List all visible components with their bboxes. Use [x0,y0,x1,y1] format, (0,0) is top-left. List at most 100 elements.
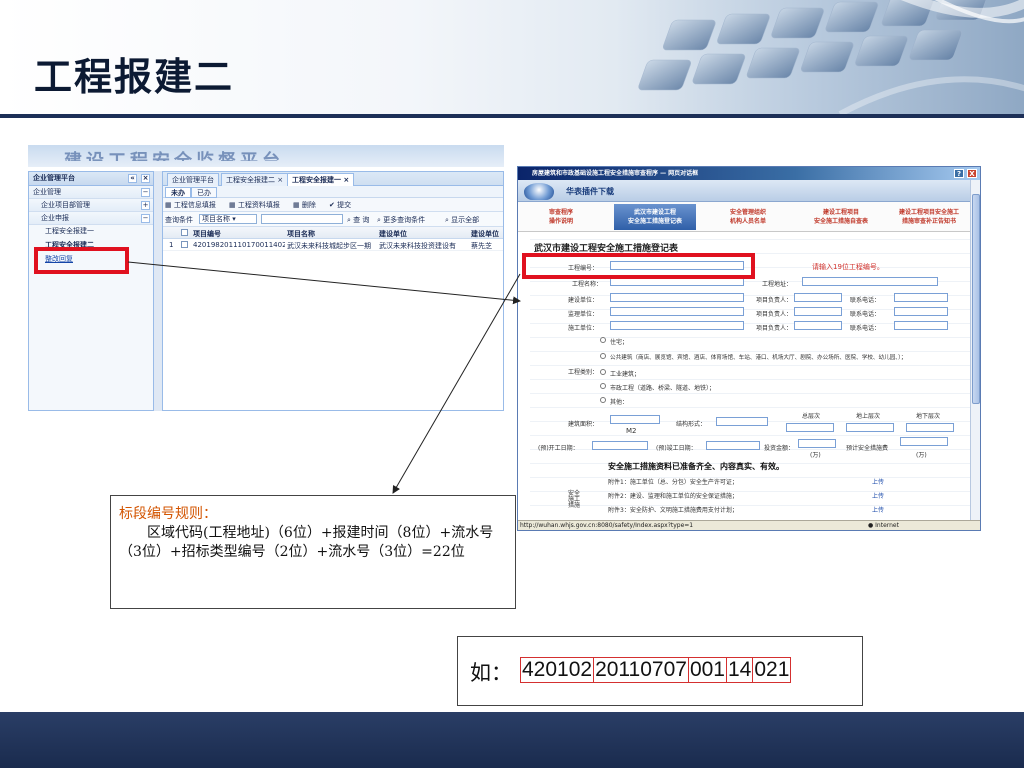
start-date-input[interactable] [592,441,648,450]
query-input[interactable] [261,214,343,224]
builder-phone-label: 联系电话： [850,297,881,304]
delete-button[interactable]: ▦ 删除 [293,200,316,210]
search-button[interactable]: ⌕ 查 询 [347,215,369,225]
builder-phone-input[interactable] [894,293,948,302]
expand-toggle-icon[interactable]: + [141,201,150,210]
category-radio-industrial[interactable] [600,369,606,375]
contractor-person-label: 项目负责人： [756,325,793,332]
category-label: 工程类别： [568,369,599,376]
upload-link-1[interactable]: 上传 [872,477,884,486]
sidebar-group-declaration[interactable]: 企业申报 − [29,212,153,225]
tab-bar: 企业管理平台 工程安全报建二 × 工程安全报建一 × [163,172,503,186]
sidebar-header-label: 企业管理平台 [33,174,75,182]
safety-fee-input[interactable] [900,437,948,446]
menu-line: 措施审查补正告知书 [901,218,956,225]
builder-unit-input[interactable] [610,293,744,302]
category-option: 住宅； [610,339,629,346]
row-extra: 蔡先芝 [471,242,492,250]
contractor-phone-input[interactable] [894,321,948,330]
status-zone: ● Internet [868,522,899,529]
toolbar: ▦ 工程信息填报 ▦ 工程资料填报 ▦ 删除 ✔ 提交 [163,198,503,212]
contractor-unit-input[interactable] [610,321,744,330]
header-divider [0,114,1024,118]
vertical-scrollbar[interactable] [970,180,980,520]
upload-link-2[interactable]: 上传 [872,491,884,500]
category-radio-public[interactable] [600,353,606,359]
floors-below-input[interactable] [906,423,954,432]
col-builder[interactable]: 建设单位 [379,229,407,239]
tab-registration-2[interactable]: 工程安全报建二 × [221,173,289,186]
close-icon[interactable]: × [141,174,150,183]
menu-line: 审查程序 [548,209,573,216]
collapse-toggle-icon[interactable]: − [141,188,150,197]
sidebar-item-registration-1[interactable]: 工程安全报建一 [29,225,153,239]
end-date-label: (预)竣工日期： [656,445,697,452]
sidebar-group-enterprise[interactable]: 企业管理 − [29,186,153,199]
supervisor-unit-label: 监理单位： [568,311,599,318]
tab-registration-1[interactable]: 工程安全报建一 × [287,173,355,186]
area-input[interactable] [610,415,660,424]
investment-input[interactable] [798,439,836,448]
project-address-label: 工程地址： [762,281,793,288]
investment-label: 投资金额： [764,445,795,452]
end-date-input[interactable] [706,441,760,450]
menu-review-procedure[interactable]: 审查程序 操作说明 [526,208,596,226]
menu-registration-form[interactable]: 武汉市建设工程 安全施工措施登记表 [614,204,696,230]
close-icon[interactable]: X [967,169,977,178]
fill-project-info-button[interactable]: ▦ 工程信息填报 [165,200,216,210]
contractor-phone-label: 联系电话： [850,325,881,332]
platform-banner-text: 建设工程安全监督平台 [64,147,284,161]
subtab-pending[interactable]: 未办 [165,187,191,198]
collapse-toggle-icon[interactable]: − [141,214,150,223]
plugin-download-link[interactable]: 华表插件下载 [566,186,614,197]
category-radio-municipal[interactable] [600,383,606,389]
structure-input[interactable] [716,417,768,426]
query-label: 查询条件 [165,216,193,224]
rule-title: 标段编号规则： [119,506,217,522]
right-screenshot-dialog: 房屋建筑和市政基础设施工程安全措施审查程序 — 网页对话框 ? X 华表插件下载… [517,166,981,531]
more-conditions-button[interactable]: ⌕ 更多查询条件 [377,215,425,225]
fill-project-docs-button[interactable]: ▦ 工程资料填报 [229,200,280,210]
safety-fee-unit: (万) [916,452,927,459]
sidebar-group-label: 企业项目部管理 [41,201,90,209]
segment-serial-2: 021 [752,657,792,683]
menu-correction-notice[interactable]: 建设工程项目安全施工 措施审查补正告知书 [886,208,972,226]
collapse-icon[interactable]: « [128,174,137,183]
segment-date: 20110707 [593,657,689,683]
more-conditions-label: 更多查询条件 [383,216,426,224]
sidebar: 企业管理平台 « × 企业管理 − 企业项目部管理 + 企业申报 − 工程安全报… [28,171,154,411]
category-radio-residential[interactable] [600,337,606,343]
supervisor-person-input[interactable] [794,307,842,316]
upload-link-3[interactable]: 上传 [872,505,884,514]
help-icon[interactable]: ? [954,169,964,178]
category-radio-other[interactable] [600,397,606,403]
query-field-select[interactable]: 项目名称 ▾ [199,214,257,224]
sidebar-group-label: 企业管理 [33,188,61,196]
supervisor-phone-input[interactable] [894,307,948,316]
scrollbar-thumb[interactable] [972,194,980,404]
col-project-no[interactable]: 项目编号 [193,229,221,239]
show-all-button[interactable]: ⌕ 显示全部 [445,215,479,225]
supervisor-unit-input[interactable] [610,307,744,316]
area-label: 建筑面积： [568,421,599,428]
sidebar-splitter[interactable] [154,171,162,411]
row-checkbox[interactable] [181,241,188,248]
sidebar-group-project-dept[interactable]: 企业项目部管理 + [29,199,153,212]
subtab-done[interactable]: 已办 [191,187,217,198]
floors-above-input[interactable] [846,423,894,432]
table-row[interactable]: 1 4201982011101700114021 武汉未来科技城起步区一期 武汉… [163,239,503,251]
col-project-name[interactable]: 项目名称 [287,229,315,239]
menu-safety-org[interactable]: 安全管理组织 机构人员名单 [708,208,788,226]
builder-person-input[interactable] [794,293,842,302]
select-all-checkbox[interactable] [181,229,188,236]
col-builder-2[interactable]: 建设单位 [471,229,499,239]
floors-total-label: 总层次 [802,413,821,420]
project-address-input[interactable] [802,277,938,286]
tab-platform[interactable]: 企业管理平台 [167,173,219,186]
dialog-title: 房屋建筑和市政基础设施工程安全措施审查程序 — 网页对话框 [532,170,699,177]
contractor-person-input[interactable] [794,321,842,330]
floors-total-input[interactable] [786,423,834,432]
menu-self-check[interactable]: 建设工程项目 安全施工措施自查表 [800,208,882,226]
submit-button[interactable]: ✔ 提交 [329,200,351,210]
safety-fee-label: 预计安全措施费 [846,445,889,452]
